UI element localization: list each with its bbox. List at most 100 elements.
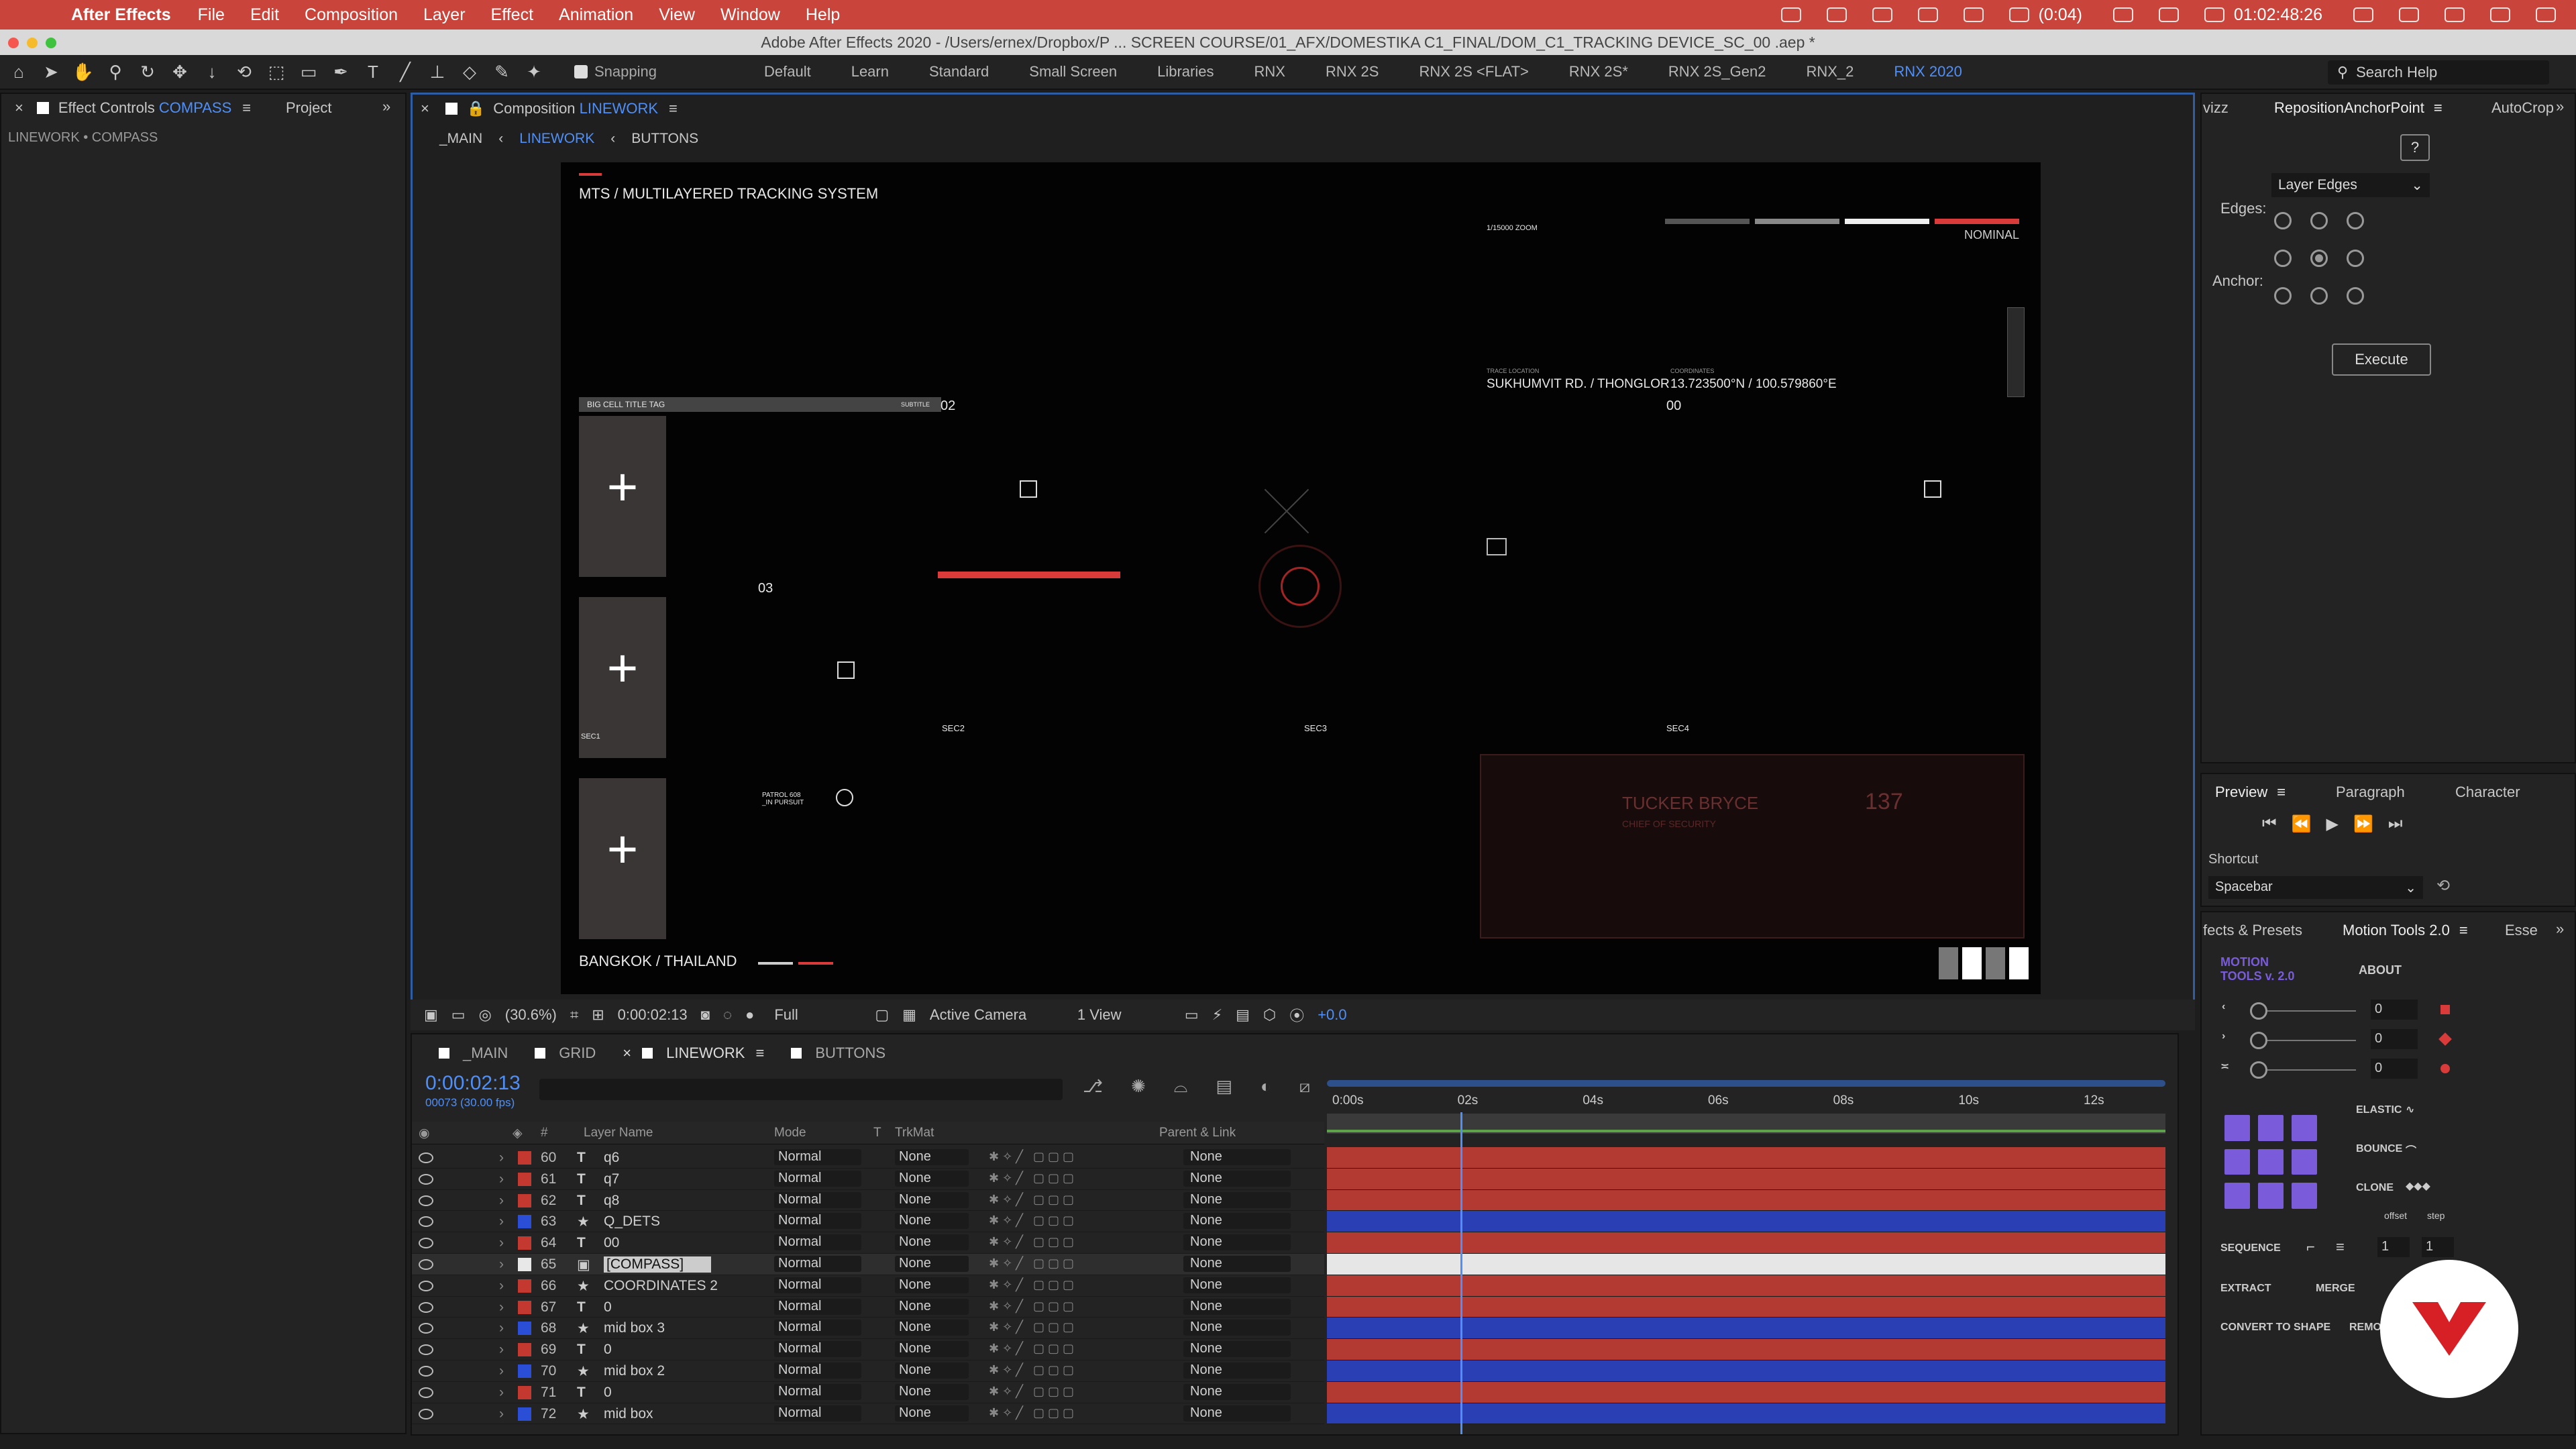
region-interest-icon[interactable]: ▢	[875, 1006, 889, 1024]
workspace-rnx-2s[interactable]: RNX 2S	[1326, 63, 1379, 80]
layer-switches[interactable]: ✱ ✧ ╱ ▢ ▢ ▢	[989, 1256, 1074, 1271]
layer-switches[interactable]: ✱ ✧ ╱ ▢ ▢ ▢	[989, 1150, 1074, 1164]
expand-panel-icon[interactable]: »	[382, 98, 390, 115]
airdrop-icon[interactable]	[1826, 7, 1847, 22]
track-matte-dropdown[interactable]: None	[895, 1170, 969, 1187]
chevron-right-icon[interactable]: ›	[499, 1320, 504, 1336]
layer-name[interactable]: Q_DETS	[604, 1214, 660, 1230]
menu-edit[interactable]: Edit	[250, 5, 279, 25]
type-tool-icon[interactable]: T	[360, 58, 386, 85]
anchor-grid-cell[interactable]	[2292, 1115, 2317, 1141]
camera-dropdown[interactable]: Active Camera	[930, 1006, 1064, 1024]
blend-mode-dropdown[interactable]: Normal	[774, 1320, 861, 1336]
sequence-stair-2-icon[interactable]: ≡	[2336, 1238, 2345, 1256]
previous-frame-icon[interactable]: ⏪	[2292, 814, 2312, 834]
chevron-right-icon[interactable]: ›	[499, 1171, 504, 1187]
anchor-radio-bc[interactable]	[2310, 287, 2328, 305]
chevron-right-icon[interactable]: ›	[499, 1299, 504, 1316]
motion-blur-icon[interactable]: ◐	[1260, 1076, 1271, 1097]
zoom-tool-icon[interactable]: ⚲	[102, 58, 129, 85]
layer-search-input[interactable]	[539, 1079, 1063, 1100]
grid-icon[interactable]: ⊞	[592, 1006, 604, 1024]
layer-name[interactable]: 0	[604, 1342, 612, 1358]
last-frame-icon[interactable]: ⏭	[2388, 814, 2403, 834]
close-icon[interactable]: ×	[15, 99, 23, 117]
reset-icon[interactable]: ⟲	[2436, 876, 2450, 896]
fast-previews-icon[interactable]: ⚡	[1212, 1006, 1222, 1024]
anchor-radio-tr[interactable]	[2347, 212, 2364, 229]
workspace-rnx-2s-flat[interactable]: RNX 2S <FLAT>	[1419, 63, 1528, 80]
apple-icon[interactable]	[27, 5, 52, 25]
close-window-button[interactable]	[8, 38, 19, 48]
lock-icon[interactable]: 🔒	[467, 100, 485, 117]
layer-name[interactable]: 0	[604, 1299, 612, 1316]
blend-mode-dropdown[interactable]: Normal	[774, 1362, 861, 1379]
workspace-standard[interactable]: Standard	[929, 63, 989, 80]
layer-row[interactable]: › 64 T 00 Normal None ✱ ✧ ╱ ▢ ▢ ▢ None	[412, 1232, 1324, 1254]
layer-row[interactable]: › 65 ▣ [COMPASS] Normal None ✱ ✧ ╱ ▢ ▢ ▢ None	[412, 1253, 1324, 1275]
parent-dropdown[interactable]: None	[1183, 1298, 1291, 1315]
label-color-swatch[interactable]	[518, 1279, 531, 1293]
selection-tool-icon[interactable]: ➤	[38, 58, 64, 85]
battery-icon[interactable]	[2204, 7, 2224, 22]
layer-name[interactable]: 00	[604, 1235, 619, 1251]
extract-button[interactable]: EXTRACT	[2220, 1283, 2271, 1295]
parent-dropdown[interactable]: None	[1183, 1341, 1291, 1358]
keyframe-red-3[interactable]	[2440, 1064, 2450, 1073]
clone-button[interactable]: CLONE	[2356, 1182, 2394, 1194]
eye-icon[interactable]	[419, 1387, 433, 1398]
chevron-right-icon[interactable]: ›	[499, 1406, 504, 1422]
blend-mode-dropdown[interactable]: Normal	[774, 1405, 861, 1421]
tab-main-comp[interactable]: _MAIN	[439, 1044, 508, 1062]
tab-autocrop[interactable]: AutoCrop	[2491, 99, 2554, 117]
eye-icon[interactable]	[419, 1258, 433, 1270]
big-cell-3[interactable]: +	[579, 778, 666, 939]
layer-switches[interactable]: ✱ ✧ ╱ ▢ ▢ ▢	[989, 1363, 1074, 1377]
tab-reposition-anchor[interactable]: RepositionAnchorPoint ≡	[2274, 99, 2443, 117]
workspace-rnx[interactable]: RNX	[1254, 63, 1285, 80]
composition-viewer[interactable]: MTS / MULTILAYERED TRACKING SYSTEM 1/150…	[561, 162, 2041, 994]
crumb-linework[interactable]: LINEWORK	[519, 131, 594, 147]
anchor-grid-cell[interactable]	[2292, 1183, 2317, 1209]
anchor-grid-cell[interactable]	[2292, 1148, 2317, 1175]
layer-switches[interactable]: ✱ ✧ ╱ ▢ ▢ ▢	[989, 1385, 1074, 1399]
comp-flowchart-icon[interactable]: ⎇	[1083, 1076, 1103, 1097]
color-channel-icon[interactable]: ●	[745, 1006, 754, 1024]
layer-duration-bar[interactable]	[1327, 1253, 2165, 1275]
value-field-2[interactable]: 0	[2371, 1029, 2418, 1049]
track-matte-dropdown[interactable]: None	[895, 1149, 969, 1165]
chevron-right-icon[interactable]: ›	[499, 1214, 504, 1230]
menu-view[interactable]: View	[659, 5, 695, 25]
time-ruler[interactable]: 0:00s02s04s06s08s10s12s14s	[1327, 1079, 2229, 1112]
track-matte-dropdown[interactable]: None	[895, 1191, 969, 1208]
blend-mode-dropdown[interactable]: Normal	[774, 1234, 861, 1251]
label-color-swatch[interactable]	[518, 1236, 531, 1250]
eye-icon[interactable]	[419, 1323, 433, 1334]
layer-name-header[interactable]: Layer Name	[584, 1126, 653, 1140]
dropbox-icon[interactable]	[1963, 7, 1984, 22]
anchor-grid-cell[interactable]	[2258, 1115, 2284, 1141]
workspace-default[interactable]: Default	[764, 63, 811, 80]
hand-tool-icon[interactable]: ✋	[70, 58, 97, 85]
eye-icon[interactable]	[419, 1408, 433, 1419]
blend-mode-dropdown[interactable]: Normal	[774, 1383, 861, 1400]
tab-buttons-comp[interactable]: BUTTONS	[791, 1044, 885, 1062]
layer-switches[interactable]: ✱ ✧ ╱ ▢ ▢ ▢	[989, 1278, 1074, 1292]
snapping-toggle[interactable]: Snapping	[574, 63, 657, 80]
search-icon[interactable]	[2490, 7, 2510, 22]
layer-duration-bar[interactable]	[1327, 1318, 2165, 1340]
play-icon[interactable]: ▶	[2326, 814, 2339, 834]
parent-dropdown[interactable]: None	[1183, 1405, 1291, 1421]
layer-switches[interactable]: ✱ ✧ ╱ ▢ ▢ ▢	[989, 1406, 1074, 1420]
anchor-radio-tc[interactable]	[2310, 212, 2328, 229]
eye-icon[interactable]	[419, 1216, 433, 1228]
hud-button-up[interactable]	[1962, 947, 1982, 979]
layer-name[interactable]: q6	[604, 1150, 619, 1166]
draft-3d-icon[interactable]: ✺	[1131, 1076, 1146, 1097]
work-area-bar[interactable]	[1327, 1080, 2165, 1087]
blend-mode-dropdown[interactable]: Normal	[774, 1341, 861, 1358]
fit-icon[interactable]: ⌗	[570, 1006, 578, 1024]
value-field-1[interactable]: 0	[2371, 1000, 2418, 1020]
convert-to-shape-button[interactable]: CONVERT TO SHAPE	[2220, 1322, 2330, 1334]
layer-switches[interactable]: ✱ ✧ ╱ ▢ ▢ ▢	[989, 1342, 1074, 1356]
